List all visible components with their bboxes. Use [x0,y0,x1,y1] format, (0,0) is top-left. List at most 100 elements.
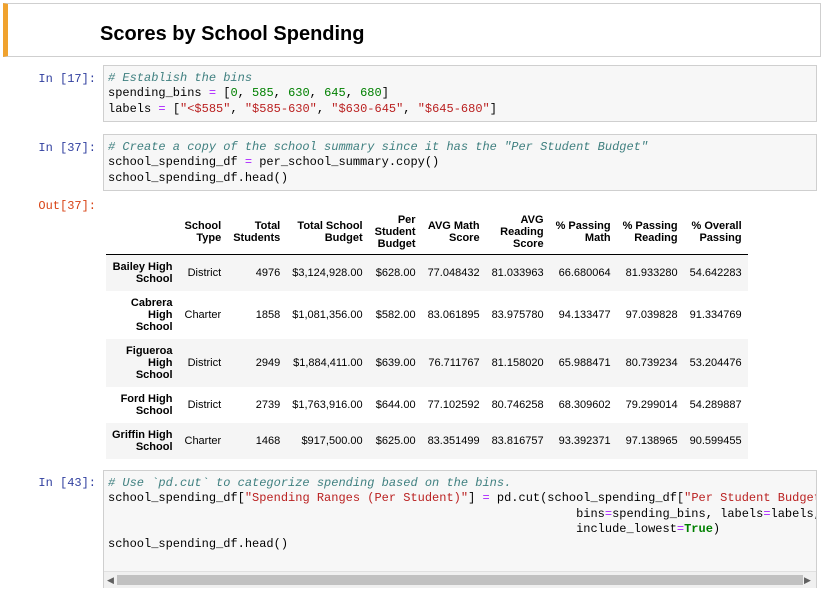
code-line: # Create a copy of the school summary si… [108,140,812,155]
table-cell: $644.00 [375,398,416,411]
table-cell: 1858 [255,308,281,321]
cell-text: School [135,272,173,285]
table-cell: 79.299014 [625,398,678,411]
code-token: , [230,101,245,116]
code-token: , [237,86,253,101]
code-cell-copy[interactable]: # Create a copy of the school summary si… [103,134,817,191]
cell-text: AVG Math [427,220,480,232]
code-token: = [604,506,613,521]
column-header: Per Student Budget [368,210,422,255]
horizontal-scrollbar[interactable]: ◀ ▶ [104,571,816,588]
code-token: "$630-645" [331,101,404,116]
row-index: Cabrera High School [106,291,179,339]
table-cell: 80.739234 [625,356,678,369]
table-cell: 77.048432 [427,266,480,279]
dataframe-table: School Type Total Students Total School Budge… [106,210,748,459]
code-token: # Create a copy of the school summary si… [108,140,649,154]
column-header: Total Students [227,210,287,255]
table-cell: 94.133477 [558,308,611,321]
code-token: "Per Student Budget" [684,491,817,506]
table-cell: 97.039828 [625,308,678,321]
scroll-right-arrow-icon[interactable]: ▶ [804,574,811,586]
table-cell: 83.816757 [491,434,544,447]
code-token: # Establish the bins [108,71,253,85]
table-cell: 2949 [255,356,281,369]
code-token: # Use `pd.cut` to categorize spending ba… [108,476,512,490]
input-prompt-37: In [37]: [38,141,96,155]
table-cell: 68.309602 [558,398,611,411]
code-line: # Establish the bins [108,71,812,86]
code-token: 0 [230,86,238,101]
table-cell: 76.711767 [428,356,480,369]
cell-text: School [135,404,173,417]
code-token: bins [108,506,605,521]
code-token: = [158,101,166,116]
table-cell: $3,124,928.00 [292,266,363,279]
cell-text: School [135,440,173,453]
table-row: Ford High School District 2739 $1,763,916.00… [106,387,748,423]
code-token: school_spending_df [108,155,245,170]
cell-text: Reading [500,226,544,238]
cell-text: Reading [634,232,678,244]
code-token: , [273,86,289,101]
table-cell: District [187,398,222,411]
table-cell: $1,763,916.00 [292,398,363,411]
cell-text: Score [448,232,480,244]
code-cell-bins[interactable]: # Establish the bins spending_bins = [0, … [103,65,817,122]
code-line: include_lowest=True) [108,522,812,537]
table-cell: District [187,266,222,279]
code-line: bins=spending_bins, labels=labels, [108,506,816,522]
output-prompt-37: Out[37]: [38,199,96,213]
cell-text: School [135,320,173,333]
code-line: school_spending_df.head() [108,171,812,186]
table-cell: 93.392371 [558,434,611,447]
table-cell: 83.061895 [427,308,480,321]
code-token: ) [712,521,721,536]
code-token: labels, [770,506,817,521]
cell-text: % Passing [555,220,611,232]
cell-text: Total School [297,220,363,232]
table-cell: 97.138965 [625,434,678,447]
table-cell: 80.746258 [491,398,544,411]
cell-text: Math [584,232,611,244]
row-index: Bailey High School [106,255,179,291]
index-header [106,210,179,255]
scroll-left-arrow-icon[interactable]: ◀ [107,574,114,586]
code-line: school_spending_df = per_school_summary.… [108,155,812,170]
code-token: school_spending_df.head() [108,537,289,552]
code-token: school_spending_df[ [108,491,245,506]
cell-text: % Passing [622,220,678,232]
code-token: ] [468,491,483,506]
table-cell: $582.00 [375,308,416,321]
cell-text: High [148,308,173,321]
table-cell: 53.204476 [689,356,742,369]
input-prompt-43: In [43]: [38,476,96,490]
code-token: , [403,101,418,116]
code-line: # Use `pd.cut` to categorize spending ba… [108,476,812,491]
cell-text: Score [512,238,544,250]
code-token: "<$585" [180,101,231,116]
table-cell: 81.933280 [625,266,678,279]
table-row: Bailey High School District 4976 $3,124,928.… [106,254,748,291]
row-index: Ford High School [106,387,179,423]
scrollbar-thumb[interactable] [117,575,803,585]
row-index: Figueroa High School [106,339,179,387]
table-row: Cabrera High School Charter 1858 $1,081,356.0… [106,291,748,339]
column-header: AVG Reading Score [485,210,550,255]
table-cell: 83.975780 [491,308,544,321]
code-token: = [763,506,771,521]
table-cell: 54.642283 [689,266,742,279]
table-cell: 81.033963 [491,266,544,279]
column-header: Total School Budget [286,210,369,255]
code-token: [ [216,86,231,101]
code-token: , [316,101,332,116]
cell-text: AVG [520,214,544,226]
code-token: 630 [288,86,310,101]
table-cell: $917,500.00 [301,434,363,447]
table-cell: 81.158020 [491,356,544,369]
column-header: % Passing Math [549,210,617,255]
cell-text: Figueroa [126,344,173,357]
cell-text: % Overall [691,220,742,232]
code-token: "$585-630" [244,101,317,116]
code-token: = [208,86,217,101]
